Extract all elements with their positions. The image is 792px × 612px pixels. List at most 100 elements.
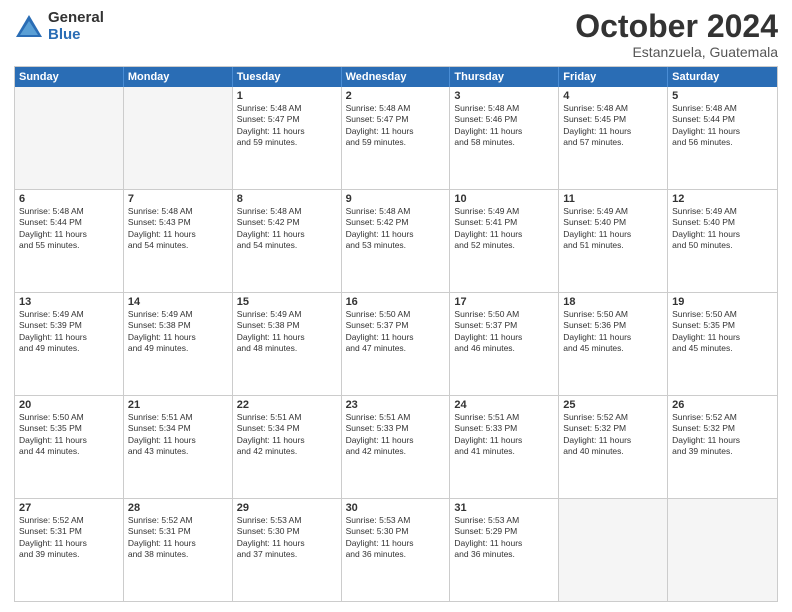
- calendar-cell: 22Sunrise: 5:51 AMSunset: 5:34 PMDayligh…: [233, 396, 342, 498]
- cell-line: Sunrise: 5:53 AM: [237, 515, 337, 526]
- cell-line: and 39 minutes.: [19, 549, 119, 560]
- calendar-cell: 29Sunrise: 5:53 AMSunset: 5:30 PMDayligh…: [233, 499, 342, 601]
- cell-line: and 56 minutes.: [672, 137, 773, 148]
- cell-line: Sunrise: 5:48 AM: [237, 103, 337, 114]
- cell-line: and 50 minutes.: [672, 240, 773, 251]
- calendar: SundayMondayTuesdayWednesdayThursdayFrid…: [14, 66, 778, 602]
- location: Estanzuela, Guatemala: [575, 44, 778, 60]
- cell-line: Sunset: 5:40 PM: [672, 217, 773, 228]
- day-number: 20: [19, 399, 119, 411]
- day-number: 10: [454, 193, 554, 205]
- calendar-cell: [124, 87, 233, 189]
- cell-line: Sunrise: 5:48 AM: [346, 103, 446, 114]
- calendar-row-1: 1Sunrise: 5:48 AMSunset: 5:47 PMDaylight…: [15, 87, 777, 189]
- calendar-cell: 6Sunrise: 5:48 AMSunset: 5:44 PMDaylight…: [15, 190, 124, 292]
- month-title: October 2024: [575, 10, 778, 42]
- cell-line: Sunrise: 5:53 AM: [454, 515, 554, 526]
- cell-line: Sunset: 5:38 PM: [237, 320, 337, 331]
- calendar-cell: [668, 499, 777, 601]
- cell-line: and 38 minutes.: [128, 549, 228, 560]
- cell-line: Sunrise: 5:52 AM: [672, 412, 773, 423]
- weekday-header-thursday: Thursday: [450, 67, 559, 87]
- cell-line: Sunrise: 5:50 AM: [19, 412, 119, 423]
- day-number: 22: [237, 399, 337, 411]
- cell-line: Daylight: 11 hours: [454, 332, 554, 343]
- cell-line: and 43 minutes.: [128, 446, 228, 457]
- cell-line: and 54 minutes.: [128, 240, 228, 251]
- cell-line: Daylight: 11 hours: [672, 332, 773, 343]
- cell-line: Sunset: 5:38 PM: [128, 320, 228, 331]
- cell-line: Daylight: 11 hours: [346, 332, 446, 343]
- day-number: 7: [128, 193, 228, 205]
- calendar-cell: 21Sunrise: 5:51 AMSunset: 5:34 PMDayligh…: [124, 396, 233, 498]
- cell-line: Sunset: 5:37 PM: [454, 320, 554, 331]
- cell-line: Daylight: 11 hours: [19, 538, 119, 549]
- weekday-header-saturday: Saturday: [668, 67, 777, 87]
- cell-line: and 52 minutes.: [454, 240, 554, 251]
- weekday-header-friday: Friday: [559, 67, 668, 87]
- day-number: 21: [128, 399, 228, 411]
- calendar-cell: 15Sunrise: 5:49 AMSunset: 5:38 PMDayligh…: [233, 293, 342, 395]
- cell-line: and 46 minutes.: [454, 343, 554, 354]
- cell-line: Sunset: 5:29 PM: [454, 526, 554, 537]
- cell-line: Sunrise: 5:49 AM: [19, 309, 119, 320]
- calendar-cell: 9Sunrise: 5:48 AMSunset: 5:42 PMDaylight…: [342, 190, 451, 292]
- cell-line: Sunrise: 5:52 AM: [563, 412, 663, 423]
- cell-line: Sunset: 5:36 PM: [563, 320, 663, 331]
- cell-line: and 54 minutes.: [237, 240, 337, 251]
- cell-line: Sunrise: 5:49 AM: [454, 206, 554, 217]
- cell-line: Sunrise: 5:48 AM: [672, 103, 773, 114]
- cell-line: and 36 minutes.: [454, 549, 554, 560]
- cell-line: Sunrise: 5:52 AM: [128, 515, 228, 526]
- cell-line: Sunrise: 5:49 AM: [237, 309, 337, 320]
- weekday-header-sunday: Sunday: [15, 67, 124, 87]
- cell-line: Sunset: 5:34 PM: [237, 423, 337, 434]
- calendar-cell: 10Sunrise: 5:49 AMSunset: 5:41 PMDayligh…: [450, 190, 559, 292]
- cell-line: Sunset: 5:42 PM: [346, 217, 446, 228]
- cell-line: and 53 minutes.: [346, 240, 446, 251]
- day-number: 26: [672, 399, 773, 411]
- cell-line: Sunrise: 5:51 AM: [237, 412, 337, 423]
- day-number: 15: [237, 296, 337, 308]
- cell-line: Sunset: 5:44 PM: [19, 217, 119, 228]
- cell-line: Daylight: 11 hours: [346, 538, 446, 549]
- day-number: 14: [128, 296, 228, 308]
- day-number: 2: [346, 90, 446, 102]
- cell-line: Sunset: 5:47 PM: [346, 114, 446, 125]
- cell-line: Daylight: 11 hours: [237, 435, 337, 446]
- cell-line: Sunrise: 5:49 AM: [563, 206, 663, 217]
- day-number: 18: [563, 296, 663, 308]
- cell-line: and 58 minutes.: [454, 137, 554, 148]
- logo-general-text: General: [48, 10, 104, 27]
- day-number: 8: [237, 193, 337, 205]
- cell-line: Sunrise: 5:48 AM: [128, 206, 228, 217]
- cell-line: Sunrise: 5:52 AM: [19, 515, 119, 526]
- cell-line: Sunrise: 5:48 AM: [19, 206, 119, 217]
- calendar-cell: 7Sunrise: 5:48 AMSunset: 5:43 PMDaylight…: [124, 190, 233, 292]
- calendar-cell: 26Sunrise: 5:52 AMSunset: 5:32 PMDayligh…: [668, 396, 777, 498]
- calendar-cell: 20Sunrise: 5:50 AMSunset: 5:35 PMDayligh…: [15, 396, 124, 498]
- weekday-header-wednesday: Wednesday: [342, 67, 451, 87]
- calendar-cell: 12Sunrise: 5:49 AMSunset: 5:40 PMDayligh…: [668, 190, 777, 292]
- cell-line: Daylight: 11 hours: [346, 126, 446, 137]
- cell-line: Daylight: 11 hours: [563, 332, 663, 343]
- cell-line: Sunrise: 5:48 AM: [237, 206, 337, 217]
- cell-line: and 59 minutes.: [346, 137, 446, 148]
- cell-line: Daylight: 11 hours: [19, 435, 119, 446]
- day-number: 12: [672, 193, 773, 205]
- cell-line: and 45 minutes.: [672, 343, 773, 354]
- cell-line: Sunset: 5:47 PM: [237, 114, 337, 125]
- calendar-cell: 4Sunrise: 5:48 AMSunset: 5:45 PMDaylight…: [559, 87, 668, 189]
- cell-line: Daylight: 11 hours: [563, 229, 663, 240]
- calendar-cell: 14Sunrise: 5:49 AMSunset: 5:38 PMDayligh…: [124, 293, 233, 395]
- cell-line: Sunset: 5:33 PM: [346, 423, 446, 434]
- cell-line: Sunset: 5:31 PM: [128, 526, 228, 537]
- cell-line: Sunrise: 5:50 AM: [672, 309, 773, 320]
- calendar-cell: 8Sunrise: 5:48 AMSunset: 5:42 PMDaylight…: [233, 190, 342, 292]
- cell-line: Sunset: 5:39 PM: [19, 320, 119, 331]
- cell-line: and 36 minutes.: [346, 549, 446, 560]
- calendar-cell: 18Sunrise: 5:50 AMSunset: 5:36 PMDayligh…: [559, 293, 668, 395]
- calendar-cell: [559, 499, 668, 601]
- logo-icon: [14, 13, 44, 41]
- calendar-body: 1Sunrise: 5:48 AMSunset: 5:47 PMDaylight…: [15, 87, 777, 601]
